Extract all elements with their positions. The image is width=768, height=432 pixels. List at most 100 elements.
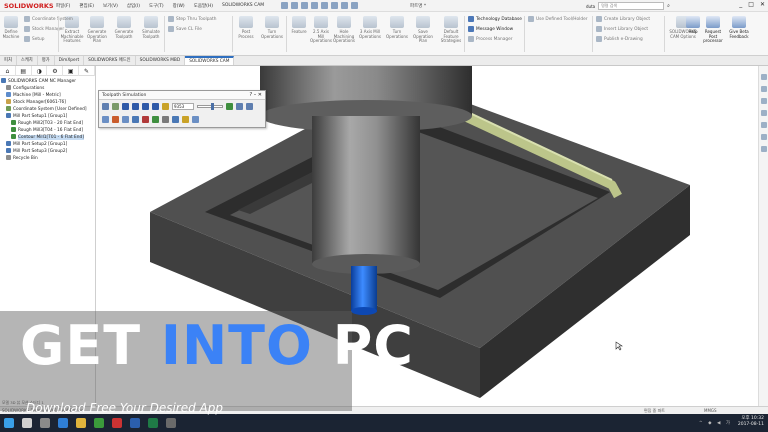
zoom-icon[interactable] [236, 103, 243, 110]
design-library-icon[interactable] [761, 98, 767, 104]
save-icon[interactable] [301, 2, 309, 9]
config-manager-tab[interactable]: ◑ [32, 66, 48, 76]
ribbon-small-button[interactable]: Technology Database [468, 16, 522, 22]
part-display-icon[interactable] [132, 116, 139, 123]
tree-item[interactable]: Mill Part Setup2 [Group1] [0, 141, 95, 148]
ribbon-small-button[interactable]: Publish e-Drawing [596, 36, 643, 42]
minimize-button[interactable]: _ [739, 1, 742, 8]
open-icon[interactable] [291, 2, 299, 9]
measure-icon[interactable] [182, 116, 189, 123]
ribbon-small-button[interactable]: Save CL File [168, 26, 202, 32]
color-display-icon[interactable] [152, 116, 159, 123]
ribbon-button[interactable]: 3 Axis Mill Operations [356, 16, 384, 39]
view-palette-icon[interactable] [761, 122, 767, 128]
resources-icon[interactable] [761, 86, 767, 92]
solidworks-taskbar-icon[interactable] [112, 418, 122, 428]
ribbon-button[interactable]: Default Feature Strategies [436, 16, 466, 44]
transparency-icon[interactable] [172, 116, 179, 123]
menu-item[interactable]: 파일(F) [56, 3, 70, 9]
ribbon-small-button[interactable]: Insert Library Object [596, 26, 648, 32]
tree-item[interactable]: Machine [Mill - Metric] [0, 92, 95, 99]
property-manager-tab[interactable]: ▤ [16, 66, 32, 76]
maximize-button[interactable]: □ [748, 1, 754, 8]
snapshot-icon[interactable] [192, 116, 199, 123]
menu-item[interactable]: 도구(T) [149, 3, 164, 9]
chrome-icon[interactable] [94, 418, 104, 428]
holder-display-icon[interactable] [122, 116, 129, 123]
ribbon-tab[interactable]: DimXpert [55, 56, 85, 65]
explorer-icon[interactable] [76, 418, 86, 428]
slider-knob[interactable] [211, 103, 214, 110]
close-button[interactable]: ✕ [760, 1, 765, 8]
feature-manager-tab[interactable]: ⌂ [0, 66, 16, 76]
dialog-controls[interactable]: ? – ✕ [249, 92, 262, 98]
ribbon-small-button[interactable]: Message Window [468, 26, 513, 32]
ribbon-tab[interactable]: 피처 [0, 56, 17, 65]
ribbon-tab[interactable]: SOLIDWORKS MBD [136, 56, 186, 65]
tree-item[interactable]: Rough Mill3[T04 - 16 Flat End] [0, 127, 95, 134]
ribbon-tab[interactable]: SOLIDWORKS CAM [185, 56, 235, 65]
tree-item[interactable]: Mill Part Setup1 [Group1] [0, 113, 95, 120]
ribbon-button[interactable]: Help [686, 16, 700, 35]
user-name[interactable]: duta [586, 4, 595, 9]
ribbon-button[interactable]: Define Machine [2, 16, 20, 39]
ribbon-small-button[interactable]: Step Thru Toolpath [168, 16, 216, 22]
task-view-icon[interactable] [40, 418, 50, 428]
tree-item[interactable]: Contour Mill1[T01 - 6 Flat End] [0, 134, 95, 141]
options-icon[interactable] [351, 2, 359, 9]
ribbon-button[interactable]: Post Process [236, 16, 256, 39]
ribbon-tab[interactable]: 평가 [38, 56, 55, 65]
start-icon[interactable] [4, 418, 14, 428]
ribbon-tab[interactable]: SOLIDWORKS 애드인 [84, 56, 136, 65]
tree-item[interactable]: Rough Mill2[T03 - 20 Flat End] [0, 120, 95, 127]
tree-item[interactable]: Stock Manager[6061-T6] [0, 99, 95, 106]
menu-item[interactable]: 도움말(H) [194, 3, 213, 9]
ribbon-button[interactable]: Simulate Toolpath [138, 16, 164, 39]
step-back-icon[interactable] [132, 103, 139, 110]
ribbon-button[interactable]: Generate Operation Plan [84, 16, 110, 44]
file-explorer-icon[interactable] [761, 110, 767, 116]
ribbon-small-button[interactable]: Use Defined Tool/Holder [528, 16, 588, 22]
step-forward-icon[interactable] [152, 103, 159, 110]
tree-item[interactable]: Mill Part Setup3 [Group2] [0, 148, 95, 155]
search-taskbar-icon[interactable] [22, 418, 32, 428]
ribbon-button[interactable]: 2.5 Axis Mill Operations [310, 16, 332, 44]
toolpath-icon[interactable] [112, 103, 119, 110]
ribbon-small-button[interactable]: Coordinate System [24, 16, 73, 22]
search-input[interactable]: 명령 검색 [598, 2, 665, 10]
display-mode-icon[interactable] [102, 103, 109, 110]
ribbon-small-button[interactable]: Process Manager [468, 36, 513, 42]
undo-icon[interactable] [321, 2, 329, 9]
select-icon[interactable] [331, 2, 339, 9]
appearances-icon[interactable] [761, 134, 767, 140]
ribbon-button[interactable]: Give Beta Feedback [726, 16, 752, 39]
cam-feature-tab[interactable]: ⚙ [47, 66, 64, 76]
custom-properties-icon[interactable] [761, 146, 767, 152]
system-tray[interactable]: ^ ◆ ◀ 가 [699, 420, 732, 426]
tree-item[interactable]: Coordinate System [User Defined] [0, 106, 95, 113]
edge-icon[interactable] [58, 418, 68, 428]
rewind-icon[interactable] [122, 103, 129, 110]
menu-item[interactable]: 삽입(I) [127, 3, 140, 9]
ribbon-tab[interactable]: 스케치 [17, 56, 38, 65]
tree-item[interactable]: SOLIDWORKS CAM NC Manager [0, 78, 95, 85]
word-icon[interactable] [130, 418, 140, 428]
excel-icon[interactable] [148, 418, 158, 428]
search-icon[interactable]: ⌕ [667, 3, 670, 9]
accept-icon[interactable] [226, 103, 233, 110]
app-icon[interactable] [166, 418, 176, 428]
settings-icon[interactable] [246, 103, 253, 110]
cam-operation-tab[interactable]: ▣ [63, 66, 80, 76]
ribbon-button[interactable]: Generate Toolpath [112, 16, 136, 39]
simulation-speed-slider[interactable] [197, 103, 223, 110]
ribbon-button[interactable]: Feature [290, 16, 308, 35]
home-icon[interactable] [761, 74, 767, 80]
menu-item[interactable]: 보기(V) [103, 3, 118, 9]
ribbon-button[interactable]: Turn Operations [258, 16, 286, 39]
ribbon-button[interactable]: Turn Operations [386, 16, 408, 39]
speed-field[interactable]: 9353 [172, 103, 194, 110]
ribbon-button[interactable]: Hole Machining Operations [332, 16, 356, 44]
ribbon-small-button[interactable]: Create Library Object [596, 16, 650, 22]
cam-tool-tab[interactable]: ✎ [79, 66, 95, 76]
clock[interactable]: 오후 10:32 2017-08-11 [738, 416, 764, 428]
